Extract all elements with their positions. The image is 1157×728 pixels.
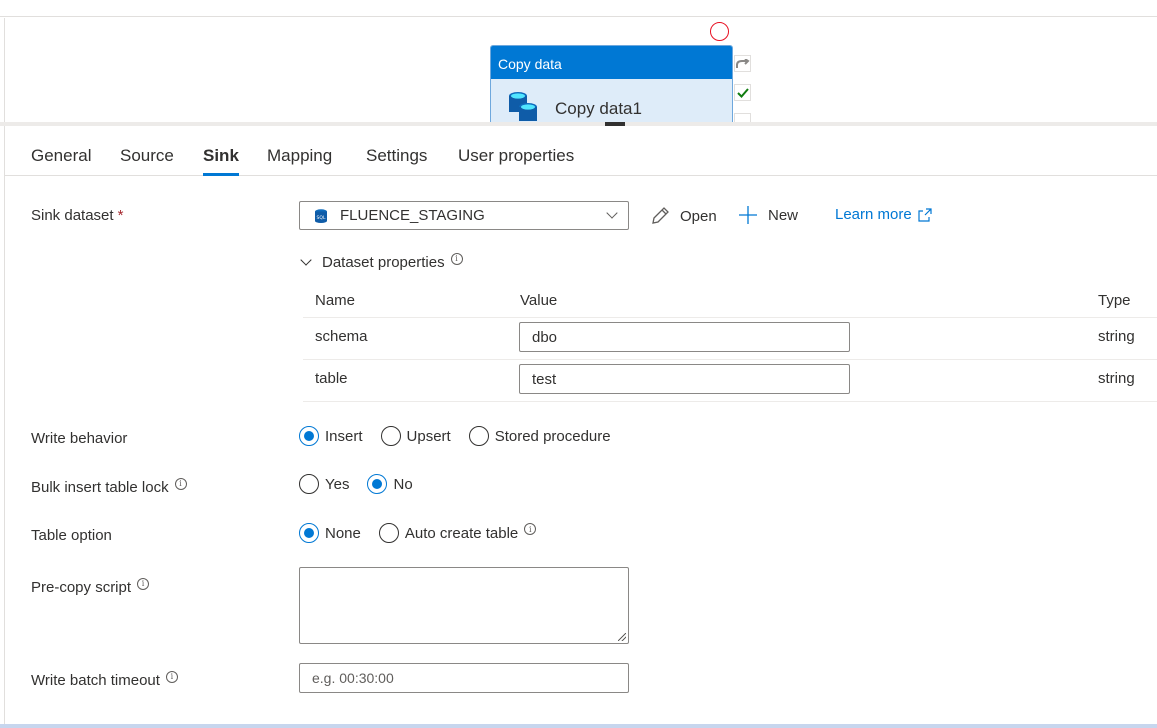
properties-tabs: General Source Sink Mapping Settings Use… [4,126,1157,176]
sql-database-icon: SQL [315,208,327,223]
write-behavior-radio-group: Insert Upsert Stored procedure [299,426,629,446]
dataset-properties-toggle[interactable]: Dataset properties i [300,252,463,271]
radio-stored-procedure[interactable]: Stored procedure [468,426,611,446]
radio-none[interactable]: None [299,523,361,543]
edit-pencil-icon [652,207,669,224]
table-option-label: Table option [31,527,112,544]
info-icon[interactable]: i [165,670,178,683]
table-header: Name Value Type [303,282,1157,318]
error-indicator-icon [710,22,729,41]
property-name: schema [315,328,368,345]
learn-more-link[interactable]: Learn more [835,206,932,223]
radio-button[interactable] [299,426,319,446]
info-icon[interactable]: i [450,252,463,265]
info-icon[interactable]: i [137,577,150,590]
top-toolbar [0,0,1157,17]
database-icon [509,92,537,121]
required-mark: * [117,207,124,224]
dataset-properties-table: Name Value Type schema dbo string table … [303,282,1157,402]
radio-button[interactable] [380,426,401,446]
bulk-insert-table-lock-label: Bulk insert table lock i [31,477,187,496]
property-type: string [1098,370,1135,387]
column-header-value: Value [520,292,558,309]
radio-no[interactable]: No [367,474,413,494]
svg-text:SQL: SQL [317,215,326,221]
property-value-input[interactable]: test [519,364,850,394]
sink-panel: Sink dataset * SQL FLUENCE_STAGING Open … [4,176,1157,724]
radio-button[interactable] [299,523,319,543]
radio-yes[interactable]: Yes [299,474,349,494]
tab-source[interactable]: Source [120,146,174,166]
radio-button[interactable] [299,474,319,494]
tab-mapping[interactable]: Mapping [267,146,332,166]
validate-check-icon[interactable] [734,84,751,101]
dataset-value: FLUENCE_STAGING [340,207,485,224]
table-row: table test string [303,360,1157,402]
radio-insert[interactable]: Insert [299,426,363,446]
sink-dataset-label: Sink dataset * [31,207,124,224]
tab-user-properties[interactable]: User properties [458,146,574,166]
column-header-type: Type [1098,292,1131,309]
radio-upsert[interactable]: Upsert [380,426,451,446]
pipeline-canvas[interactable]: Copy data Copy data1 [4,18,1157,123]
info-icon[interactable]: i [524,523,537,535]
plus-icon [739,206,757,224]
activity-type-label: Copy data [491,46,732,79]
tab-settings[interactable]: Settings [366,146,427,166]
property-type: string [1098,328,1135,345]
property-name: table [315,370,348,387]
info-icon[interactable]: i [174,477,187,490]
radio-button[interactable] [367,474,388,494]
copy-data-activity[interactable]: Copy data Copy data1 [490,45,733,123]
write-batch-timeout-label: Write batch timeout i [31,670,178,689]
pre-copy-script-label: Pre-copy script i [31,577,150,596]
write-batch-timeout-input[interactable] [299,663,629,693]
chevron-down-icon [300,254,312,266]
bulk-lock-radio-group: Yes No [299,474,431,494]
column-header-name: Name [315,292,356,309]
radio-button[interactable] [378,523,399,543]
property-value-input[interactable]: dbo [519,322,850,352]
table-row: schema dbo string [303,318,1157,360]
chevron-down-icon [606,207,618,219]
activity-name: Copy data1 [555,99,642,118]
table-option-radio-group: None Auto create table i [299,523,554,543]
sink-dataset-dropdown[interactable]: SQL FLUENCE_STAGING [299,201,629,230]
write-behavior-label: Write behavior [31,430,128,447]
open-button[interactable]: Open [650,206,717,226]
redo-icon[interactable] [734,55,751,72]
pre-copy-script-textarea[interactable] [299,567,629,644]
tab-sink[interactable]: Sink [203,146,239,176]
radio-auto-create-table[interactable]: Auto create table i [378,523,537,543]
external-link-icon [918,207,932,222]
radio-button[interactable] [468,426,489,446]
horizontal-scrollbar[interactable] [0,724,1157,728]
tab-general[interactable]: General [31,146,91,166]
new-button[interactable]: New [739,206,798,224]
resize-grip-icon[interactable] [618,633,626,641]
